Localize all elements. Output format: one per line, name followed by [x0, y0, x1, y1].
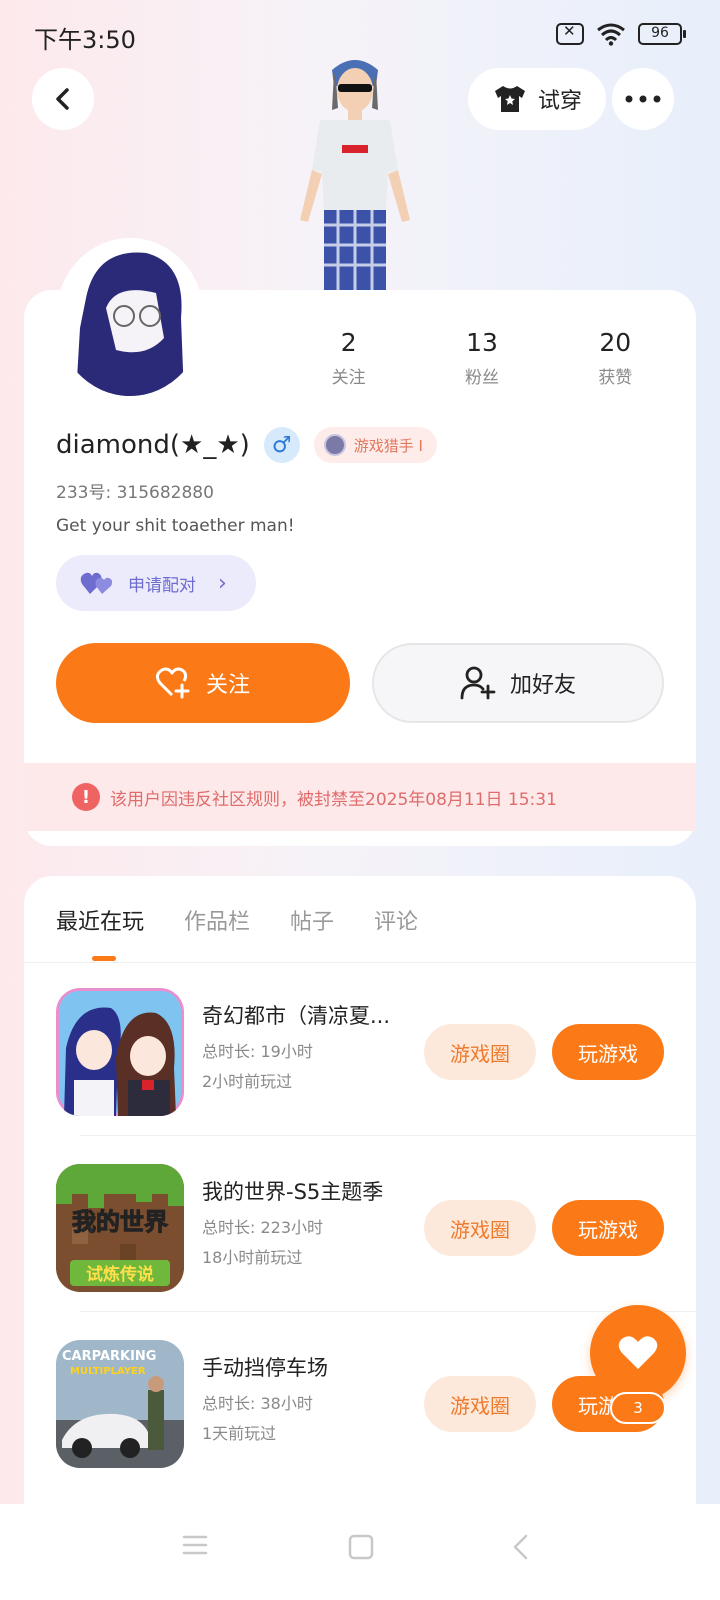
stat-likes[interactable]: 20 获赞	[549, 328, 682, 388]
tab-works[interactable]: 作品栏	[184, 904, 250, 936]
stats-row: 2 关注 13 粉丝 20 获赞	[282, 328, 682, 388]
title-badge-icon	[323, 434, 346, 456]
request-match-button[interactable]: 申请配对 ›	[56, 555, 256, 611]
tab-posts[interactable]: 帖子	[290, 904, 334, 936]
game-last-played: 18小时前玩过	[202, 1248, 303, 1267]
user-id: 233号: 315682880	[56, 483, 214, 503]
system-navigation-bar	[0, 1504, 720, 1600]
warning-icon: !	[72, 783, 100, 811]
game-thumbnail[interactable]: CARPARKING MULTIPLAYER	[56, 1340, 184, 1468]
add-user-icon	[460, 666, 496, 700]
game-name: 奇幻都市（清凉夏...	[202, 1004, 391, 1028]
ban-notice-text: 该用户因违反社区规则，被封禁至2025年08月11日 15:31	[110, 789, 557, 810]
more-options-button[interactable]	[612, 68, 674, 130]
game-thumbnail[interactable]: 我的世界 试炼传说	[56, 1164, 184, 1292]
add-friend-button[interactable]: 加好友	[372, 643, 664, 723]
request-match-label: 申请配对	[128, 575, 196, 596]
try-on-label: 试穿	[537, 89, 582, 114]
add-friend-label: 加好友	[509, 673, 576, 698]
username: diamond(★_★)	[56, 430, 250, 460]
title-badge[interactable]: 游戏猎手 I	[313, 427, 437, 463]
menu-icon[interactable]	[182, 1534, 208, 1556]
game-name: 我的世界-S5主题季	[202, 1180, 384, 1204]
no-sim-icon	[556, 22, 584, 45]
game-playtime: 总时长: 38小时	[202, 1394, 313, 1413]
title-badge-label: 游戏猎手 I	[353, 436, 423, 455]
tshirt-icon	[494, 86, 525, 112]
floating-like-button[interactable]	[590, 1305, 686, 1401]
status-icons: 96	[556, 22, 686, 46]
chevron-right-icon: ›	[218, 570, 227, 596]
back-nav-icon[interactable]	[512, 1534, 530, 1560]
avatar-3d-figure[interactable]	[280, 50, 430, 290]
profile-tabs: 最近在玩 作品栏 帖子 评论	[56, 904, 418, 936]
stat-likes-value: 20	[599, 328, 632, 357]
play-game-button[interactable]: 玩游戏	[552, 1024, 664, 1080]
stat-followers-label: 粉丝	[464, 368, 499, 388]
home-icon[interactable]	[348, 1534, 374, 1560]
like-count-badge: 3	[610, 1392, 666, 1424]
thumb-subtitle-text: 试炼传说	[86, 1264, 154, 1285]
game-list-item[interactable]: 奇幻都市（清凉夏... 总时长: 19小时 2小时前玩过 游戏圈 玩游戏	[24, 960, 696, 1136]
status-time: 下午3:50	[34, 26, 136, 54]
stat-likes-label: 获赞	[598, 368, 633, 388]
back-button[interactable]	[32, 68, 94, 130]
game-list-item[interactable]: 我的世界 试炼传说 我的世界-S5主题季 总时长: 223小时 18小时前玩过 …	[24, 1136, 696, 1312]
profile-avatar[interactable]	[56, 238, 204, 396]
game-playtime: 总时长: 223小时	[202, 1218, 324, 1237]
avatar-illustration	[56, 238, 204, 396]
game-last-played: 2小时前玩过	[202, 1072, 293, 1091]
stat-following-label: 关注	[331, 368, 366, 388]
double-heart-icon	[80, 572, 113, 594]
game-circle-button[interactable]: 游戏圈	[424, 1376, 536, 1432]
play-game-button[interactable]: 玩游戏	[552, 1200, 664, 1256]
stat-followers[interactable]: 13 粉丝	[415, 328, 548, 388]
follow-button[interactable]: 关注	[56, 643, 350, 723]
more-dots-icon	[625, 95, 661, 103]
game-circle-button[interactable]: 游戏圈	[424, 1200, 536, 1256]
game-thumbnail[interactable]	[56, 988, 184, 1116]
thumb-subtitle-text: MULTIPLAYER	[70, 1366, 146, 1377]
male-gender-icon: ♂	[263, 427, 300, 463]
chevron-left-icon	[56, 88, 69, 110]
battery-indicator: 96	[638, 23, 686, 45]
heart-plus-icon	[155, 667, 190, 699]
tab-recently-played[interactable]: 最近在玩	[56, 904, 144, 936]
tab-comments[interactable]: 评论	[374, 904, 418, 936]
wifi-icon	[597, 23, 625, 46]
username-row: diamond(★_★) ♂ 游戏猎手 I	[56, 427, 437, 463]
game-name: 手动挡停车场	[202, 1356, 328, 1380]
game-playtime: 总时长: 19小时	[202, 1042, 313, 1061]
follow-label: 关注	[205, 673, 250, 698]
thumb-title-text: 我的世界	[72, 1208, 168, 1236]
ban-notice-banner: ! 该用户因违反社区规则，被封禁至2025年08月11日 15:31	[24, 763, 696, 831]
try-on-button[interactable]: 试穿	[468, 68, 606, 130]
heart-icon	[618, 1336, 658, 1369]
stat-following-value: 2	[340, 328, 357, 357]
thumb-title-text: CARPARKING	[62, 1349, 156, 1364]
stat-following[interactable]: 2 关注	[282, 328, 415, 388]
game-circle-button[interactable]: 游戏圈	[424, 1024, 536, 1080]
user-bio: Get your shit toaether man!	[56, 516, 295, 536]
stat-followers-value: 13	[466, 328, 498, 357]
game-last-played: 1天前玩过	[202, 1424, 277, 1443]
